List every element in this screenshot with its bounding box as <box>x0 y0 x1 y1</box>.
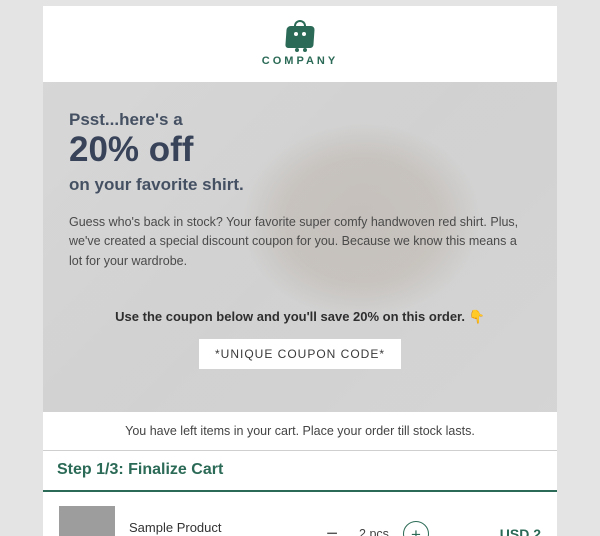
quantity-value: 2 pcs <box>359 527 389 536</box>
hero-body: Guess who's back in stock? Your favorite… <box>69 213 529 271</box>
line-total: USD 2 <box>479 526 541 536</box>
quantity-plus-button[interactable]: + <box>403 521 429 536</box>
email-container: COMPANY Psst...here's a 20% off on your … <box>43 6 557 536</box>
step-label: Step 1/3: Finalize Cart <box>43 451 557 492</box>
product-name: Sample Product <box>129 520 269 535</box>
product-thumbnail <box>59 506 115 536</box>
logo-icon <box>285 22 315 48</box>
coupon-code-box[interactable]: *UNIQUE COUPON CODE* <box>199 339 401 369</box>
coupon-cta-text: Use the coupon below and you'll save 20%… <box>115 309 465 324</box>
product-info: Sample Product Unit Price: USD 2.00 <box>129 520 269 536</box>
header: COMPANY <box>43 6 557 82</box>
hero-eyebrow: Psst...here's a <box>69 110 531 130</box>
coupon-cta: Use the coupon below and you'll save 20%… <box>69 309 531 325</box>
hero-headline: 20% off <box>69 132 531 169</box>
hero-subheadline: on your favorite shirt. <box>69 175 531 195</box>
company-name: COMPANY <box>262 55 338 67</box>
hero-section: Psst...here's a 20% off on your favorite… <box>43 82 557 412</box>
quantity-controls: − 2 pcs + <box>283 521 465 536</box>
cart-row: Sample Product Unit Price: USD 2.00 − 2 … <box>43 492 557 536</box>
quantity-minus-button[interactable]: − <box>319 521 345 536</box>
point-down-icon: 👇 <box>469 309 485 324</box>
cart-reminder: You have left items in your cart. Place … <box>43 412 557 451</box>
